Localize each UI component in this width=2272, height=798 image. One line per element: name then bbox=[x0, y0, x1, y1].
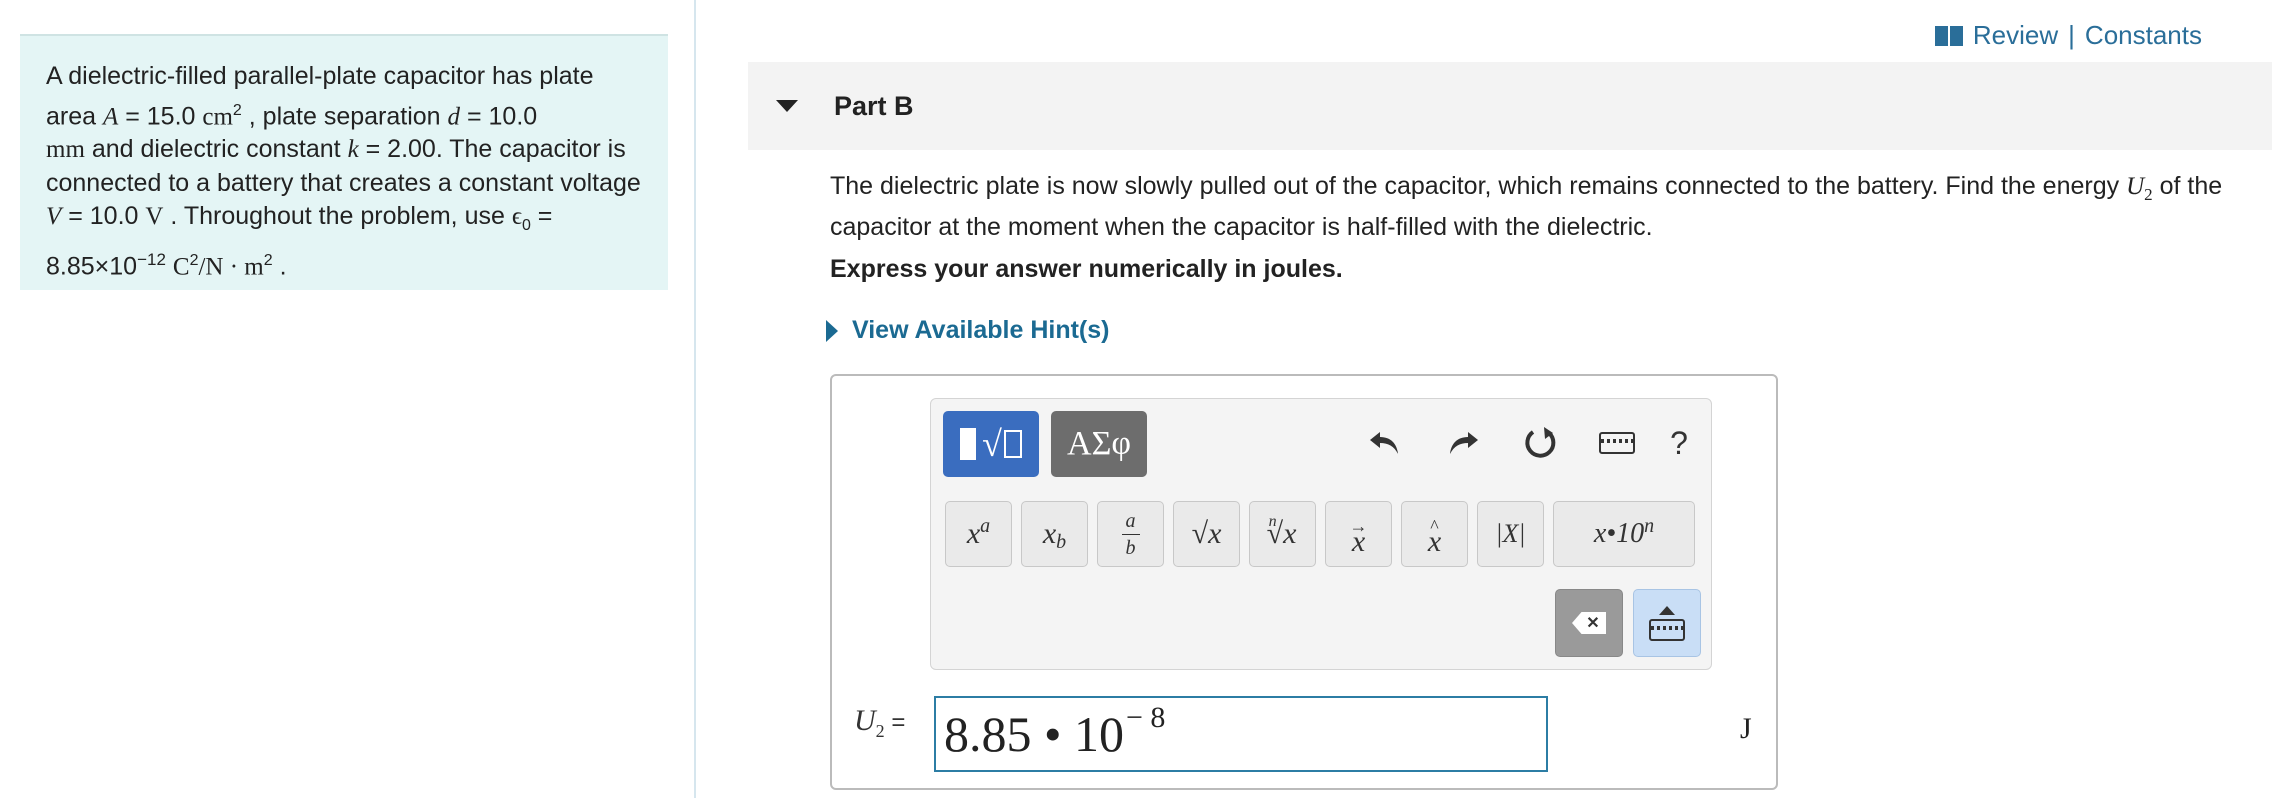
question-text-1: The dielectric plate is now slowly pulle… bbox=[830, 172, 2127, 200]
templates-tab[interactable]: √ bbox=[943, 411, 1039, 477]
instruction: Express your answer numerically in joule… bbox=[830, 255, 1343, 283]
unit-C: C bbox=[172, 253, 190, 281]
var-k: k bbox=[347, 136, 359, 164]
problem-text-10: . bbox=[272, 252, 287, 281]
redo-icon[interactable] bbox=[1443, 423, 1483, 463]
problem-text-3: , plate separation bbox=[241, 101, 448, 130]
epsilon-sub: 0 bbox=[521, 217, 531, 235]
vector-button[interactable]: → x bbox=[1325, 501, 1392, 567]
unit-N-m: /N · m bbox=[198, 253, 264, 281]
fraction-button[interactable]: ab bbox=[1097, 501, 1164, 567]
answer-var-sub: 2 bbox=[875, 721, 885, 741]
var-V: V bbox=[46, 203, 62, 231]
hint-toggle[interactable]: View Available Hint(s) bbox=[826, 316, 1109, 345]
answer-value: 8.85 • 10 bbox=[944, 706, 1125, 762]
constants-link[interactable]: Constants bbox=[2085, 20, 2202, 51]
nth-root-button[interactable]: n √x bbox=[1249, 501, 1316, 567]
math-toolbar: √ ΑΣφ ? xa xb ab √x n √x → x ^ x |X| x•1… bbox=[930, 398, 1712, 670]
scientific-notation-button[interactable]: x•10 n bbox=[1553, 501, 1695, 567]
unit-V: V bbox=[145, 203, 164, 231]
problem-text: A dielectric-filled parallel-plate capac… bbox=[46, 60, 642, 284]
absolute-value-button[interactable]: |X| bbox=[1477, 501, 1544, 567]
help-icon[interactable]: ? bbox=[1659, 423, 1699, 463]
var-A: A bbox=[102, 102, 119, 130]
top-links: Review | Constants bbox=[1934, 20, 2202, 51]
power-button[interactable]: xa bbox=[945, 501, 1012, 567]
expand-caret-icon bbox=[826, 319, 838, 342]
problem-text-4: = 10.0 bbox=[460, 101, 538, 130]
reset-icon[interactable] bbox=[1521, 423, 1561, 463]
question-var-sub: 2 bbox=[2144, 185, 2153, 204]
problem-text-2: = 15.0 bbox=[118, 101, 203, 130]
part-title: Part B bbox=[834, 90, 914, 121]
problem-text-5: and dielectric constant bbox=[84, 135, 348, 164]
exponent: −12 bbox=[137, 249, 166, 269]
answer-eq: = bbox=[884, 709, 906, 736]
arrow-up-icon bbox=[1659, 605, 1675, 615]
template-buttons: xa xb ab √x n √x → x ^ x |X| x•10 n bbox=[945, 501, 1695, 567]
delete-button[interactable]: ✕ bbox=[1555, 589, 1623, 657]
answer-input[interactable]: 8.85 • 10− 8 bbox=[934, 696, 1548, 772]
unit-cm: cm bbox=[202, 102, 233, 130]
problem-panel: A dielectric-filled parallel-plate capac… bbox=[20, 34, 668, 290]
radical-icon: √ bbox=[982, 426, 1022, 462]
sup-2c: 2 bbox=[263, 251, 273, 269]
backspace-icon: ✕ bbox=[1572, 612, 1606, 634]
toolbar-top: √ ΑΣφ ? bbox=[931, 399, 1711, 485]
problem-text-7: = 10.0 bbox=[61, 202, 146, 231]
question-text: The dielectric plate is now slowly pulle… bbox=[830, 170, 2270, 244]
answer-unit: J bbox=[1740, 712, 1752, 745]
show-keyboard-button[interactable] bbox=[1633, 589, 1701, 657]
review-link[interactable]: Review bbox=[1973, 20, 2058, 51]
keyboard-shortcuts-icon[interactable] bbox=[1597, 423, 1637, 463]
undo-icon[interactable] bbox=[1365, 423, 1405, 463]
problem-text-8: . Throughout the problem, use bbox=[163, 202, 512, 231]
answer-var: U bbox=[854, 704, 876, 737]
question-var: U bbox=[2126, 173, 2145, 200]
hint-label[interactable]: View Available Hint(s) bbox=[852, 316, 1109, 345]
sup-2a: 2 bbox=[232, 101, 242, 119]
greek-tab[interactable]: ΑΣφ bbox=[1051, 411, 1147, 477]
epsilon-symbol: ϵ bbox=[511, 203, 522, 231]
block-icon bbox=[960, 428, 977, 460]
answer-exponent: − 8 bbox=[1126, 701, 1166, 734]
panel-divider bbox=[694, 0, 696, 798]
book-icon bbox=[1934, 25, 1963, 46]
subscript-button[interactable]: xb bbox=[1021, 501, 1088, 567]
var-d: d bbox=[447, 102, 461, 130]
keyboard-icon bbox=[1649, 618, 1685, 641]
answer-box: √ ΑΣφ ? xa xb ab √x n √x → x ^ x |X| x•1… bbox=[830, 374, 1778, 790]
unit-mm: mm bbox=[46, 136, 85, 164]
sqrt-button[interactable]: √x bbox=[1173, 501, 1240, 567]
part-header[interactable]: Part B bbox=[748, 62, 2272, 150]
answer-variable-label: U2 = bbox=[854, 704, 905, 742]
collapse-caret-icon[interactable] bbox=[776, 100, 798, 112]
links-separator: | bbox=[2068, 20, 2075, 50]
unit-vector-button[interactable]: ^ x bbox=[1401, 501, 1468, 567]
